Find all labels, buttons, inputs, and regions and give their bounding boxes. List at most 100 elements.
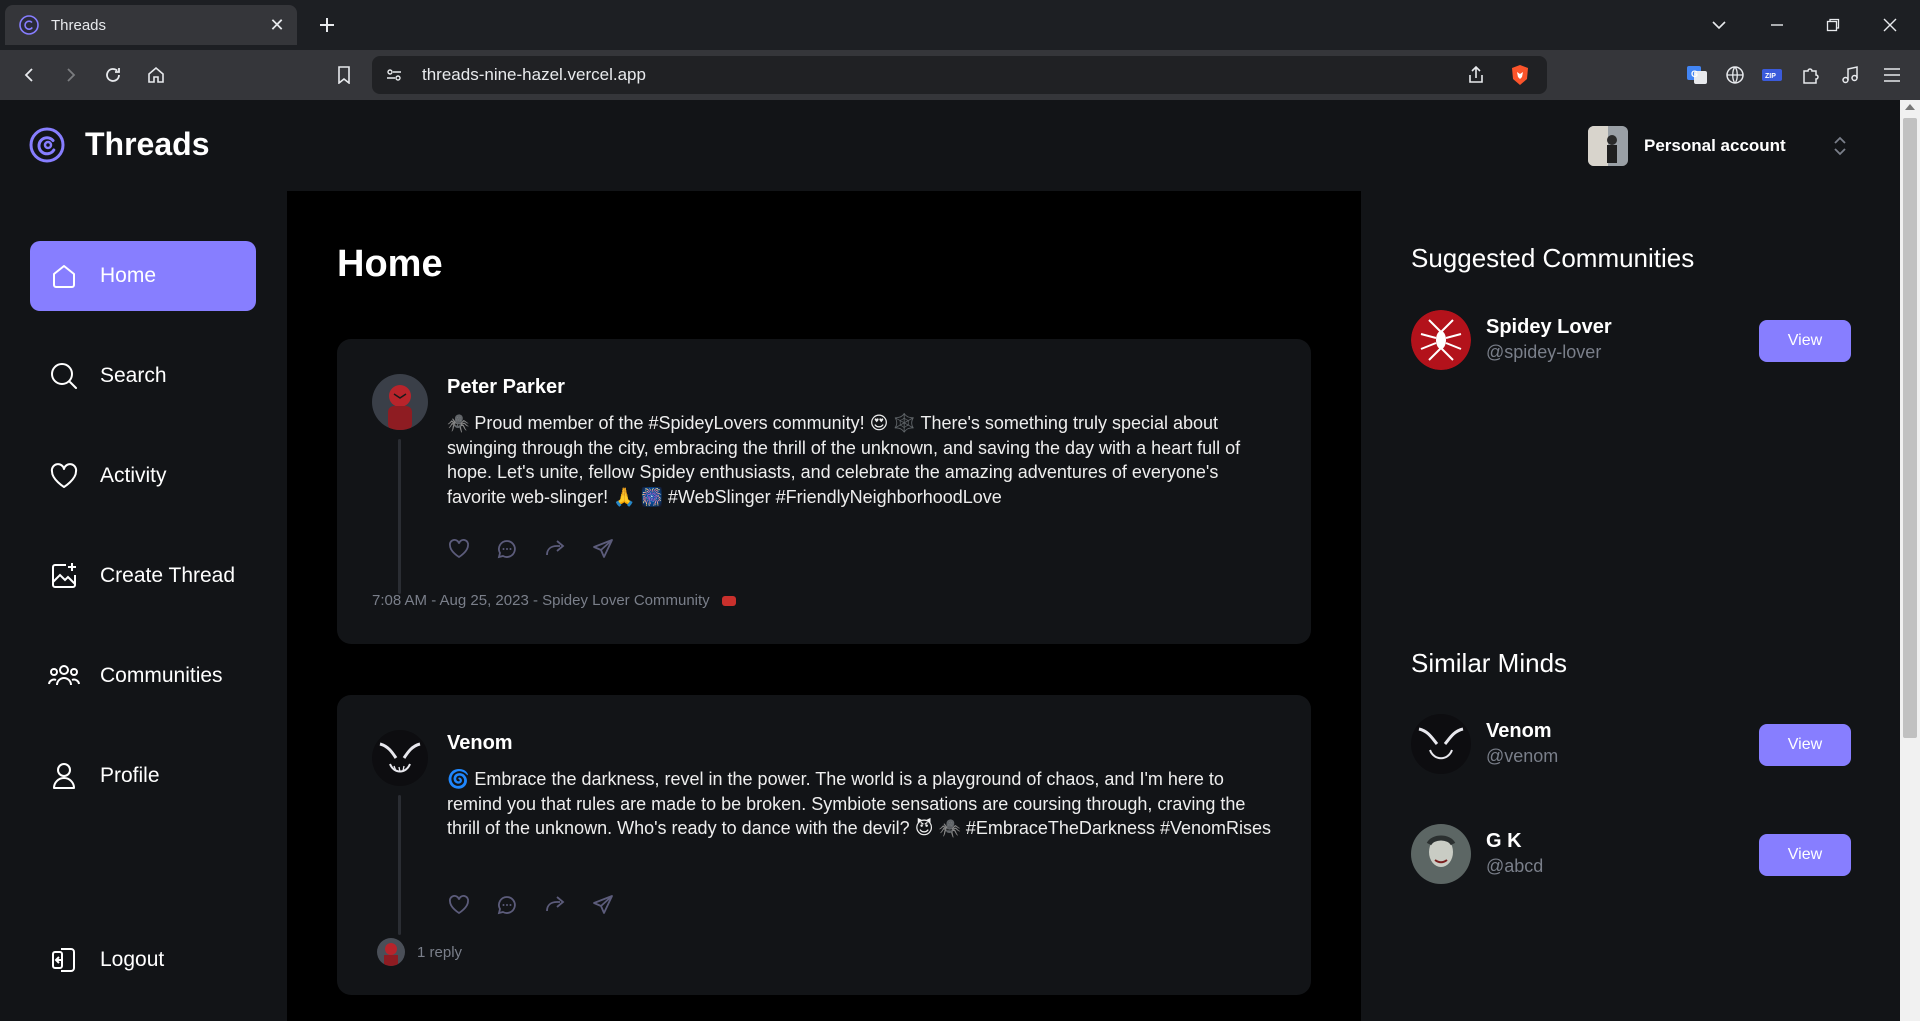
home-browser-icon[interactable]	[143, 62, 169, 88]
svg-text:ZIP: ZIP	[1765, 73, 1776, 80]
zip-extension-icon[interactable]: ZIP	[1760, 63, 1784, 87]
nav-label-activity: Activity	[100, 464, 167, 487]
nav-item-profile[interactable]: Profile	[30, 741, 256, 811]
tab-title: Threads	[51, 16, 107, 34]
create-thread-icon	[48, 560, 80, 592]
minimize-icon[interactable]	[1764, 12, 1790, 38]
tab-close-icon[interactable]: ✕	[267, 15, 287, 35]
reply-icon[interactable]	[495, 893, 519, 917]
avatar[interactable]	[372, 374, 428, 430]
community-avatar[interactable]	[1411, 310, 1471, 370]
share-send-icon[interactable]	[591, 537, 615, 561]
account-label: Personal account	[1644, 136, 1786, 155]
translate-extension-icon[interactable]: G	[1685, 63, 1709, 87]
scroll-up-arrow-icon[interactable]	[1905, 104, 1915, 110]
post-meta-text: 7:08 AM - Aug 25, 2023 - Spidey Lover Co…	[372, 592, 710, 609]
page-title: Home	[337, 243, 443, 285]
forward-icon[interactable]	[58, 62, 84, 88]
left-sidebar: Home Search Activity Create Thread Commu…	[0, 191, 287, 1021]
back-icon[interactable]	[16, 62, 42, 88]
repost-icon[interactable]	[543, 537, 567, 561]
avatar[interactable]	[372, 730, 428, 786]
thread-card: Peter Parker 🕷️ Proud member of the #Spi…	[337, 339, 1311, 644]
post-content: 🌀 Embrace the darkness, revel in the pow…	[447, 769, 1272, 838]
user-name[interactable]: Venom	[1486, 720, 1552, 743]
view-community-button[interactable]: View	[1759, 320, 1851, 362]
account-avatar	[1588, 126, 1628, 166]
thread-card: Venom 🌀 Embrace the darkness, revel in t…	[337, 695, 1311, 995]
logout-icon	[48, 944, 80, 976]
profile-icon	[48, 760, 80, 792]
reply-icon[interactable]	[495, 537, 519, 561]
search-icon	[48, 360, 80, 392]
thread-line	[398, 439, 401, 594]
threads-logo-icon[interactable]	[29, 127, 65, 163]
replies-link[interactable]: 1 reply	[377, 938, 462, 966]
nav-item-activity[interactable]: Activity	[30, 441, 256, 511]
logout-label: Logout	[100, 948, 165, 971]
user-name[interactable]: G K	[1486, 830, 1522, 853]
like-heart-icon[interactable]	[447, 537, 471, 561]
tab-list-chevron-icon[interactable]	[1706, 12, 1732, 38]
brave-shield-icon[interactable]	[1510, 65, 1530, 85]
nav-label-profile: Profile	[100, 764, 160, 787]
home-icon	[48, 260, 80, 292]
reply-count: 1 reply	[417, 943, 463, 961]
browser-menu-icon[interactable]	[1880, 63, 1904, 87]
post-meta: 7:08 AM - Aug 25, 2023 - Spidey Lover Co…	[372, 592, 736, 609]
nav-item-create-thread[interactable]: Create Thread	[30, 541, 256, 611]
view-user-button[interactable]: View	[1759, 724, 1851, 766]
app-topbar: Threads Personal account	[0, 100, 1900, 191]
reload-icon[interactable]	[100, 62, 126, 88]
address-bar[interactable]: threads-nine-hazel.vercel.app	[372, 56, 1547, 94]
nav-item-search[interactable]: Search	[30, 341, 256, 411]
thread-line	[398, 795, 401, 935]
community-badge-icon[interactable]	[721, 596, 736, 607]
post-actions	[447, 537, 615, 561]
brand-name[interactable]: Threads	[85, 126, 209, 163]
view-user-button[interactable]: View	[1759, 834, 1851, 876]
close-window-icon[interactable]	[1877, 12, 1903, 38]
community-item: Spidey Lover @spidey-lover View	[1411, 310, 1851, 372]
media-controls-icon[interactable]	[1838, 63, 1862, 87]
post-author[interactable]: Venom	[447, 732, 513, 755]
browser-tabbar: Threads ✕	[0, 0, 1920, 50]
extensions-puzzle-icon[interactable]	[1799, 63, 1823, 87]
reply-avatar	[377, 938, 405, 966]
restore-icon[interactable]	[1820, 12, 1846, 38]
svg-text:G: G	[1691, 69, 1698, 79]
user-item: Venom @venom View	[1411, 714, 1851, 776]
nav-item-home[interactable]: Home	[30, 241, 256, 311]
like-heart-icon[interactable]	[447, 893, 471, 917]
post-author[interactable]: Peter Parker	[447, 376, 565, 399]
similar-minds-title: Similar Minds	[1411, 648, 1568, 678]
community-handle: @spidey-lover	[1486, 342, 1602, 362]
share-send-icon[interactable]	[591, 893, 615, 917]
post-content: 🕷️ Proud member of the #SpideyLovers com…	[447, 413, 1241, 507]
user-item: G K @abcd View	[1411, 824, 1851, 886]
community-name[interactable]: Spidey Lover	[1486, 316, 1612, 339]
nav-label-create-thread: Create Thread	[100, 564, 236, 587]
repost-icon[interactable]	[543, 893, 567, 917]
nav-item-communities[interactable]: Communities	[30, 641, 256, 711]
url-text: threads-nine-hazel.vercel.app	[422, 65, 646, 84]
threads-favicon-icon	[19, 15, 39, 35]
user-avatar[interactable]	[1411, 824, 1471, 884]
threads-app: Threads Personal account Home Search Act…	[0, 100, 1900, 1021]
share-icon[interactable]	[1466, 65, 1486, 85]
page-scrollbar[interactable]	[1900, 100, 1920, 1021]
site-settings-icon[interactable]	[384, 65, 404, 85]
heart-icon	[48, 460, 80, 492]
browser-tab[interactable]: Threads ✕	[5, 5, 297, 45]
globe-extension-icon[interactable]	[1723, 63, 1747, 87]
nav-label-home: Home	[100, 264, 157, 287]
scrollbar-thumb[interactable]	[1903, 118, 1917, 738]
chevron-up-down-icon[interactable]	[1832, 134, 1848, 158]
bookmark-icon[interactable]	[331, 62, 357, 88]
new-tab-icon[interactable]	[314, 12, 340, 38]
nav-label-search: Search	[100, 364, 167, 387]
account-switcher[interactable]: Personal account	[1588, 126, 1786, 166]
nav-label-communities: Communities	[100, 664, 223, 687]
logout-button[interactable]: Logout	[30, 925, 256, 995]
user-avatar[interactable]	[1411, 714, 1471, 774]
